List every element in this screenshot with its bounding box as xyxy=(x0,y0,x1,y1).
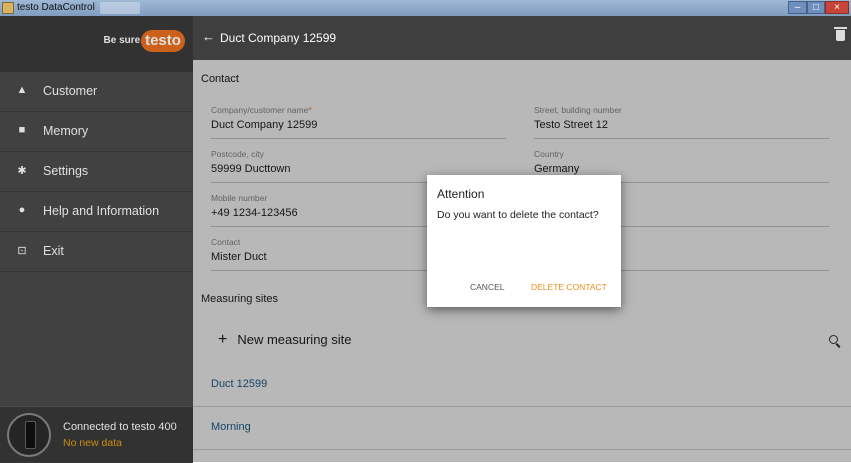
titlebar-highlight xyxy=(100,2,140,14)
cancel-button[interactable]: CANCEL xyxy=(470,282,504,292)
window-titlebar: testo DataControl – □ × xyxy=(0,0,851,16)
trash-icon[interactable] xyxy=(834,27,847,41)
page-header: ← Duct Company 12599 xyxy=(193,16,851,60)
window-title: testo DataControl xyxy=(17,2,95,13)
maximize-button[interactable]: □ xyxy=(807,1,825,14)
dialog-message: Do you want to delete the contact? xyxy=(437,209,599,221)
sidebar-dim xyxy=(0,16,193,462)
close-window-button[interactable]: × xyxy=(825,1,849,14)
page-title: Duct Company 12599 xyxy=(220,31,337,45)
minimize-button[interactable]: – xyxy=(788,1,807,14)
dialog-title: Attention xyxy=(437,187,485,201)
delete-contact-button[interactable]: DELETE CONTACT xyxy=(531,282,607,292)
back-arrow-icon[interactable]: ← xyxy=(202,29,215,44)
confirm-delete-dialog: Attention Do you want to delete the cont… xyxy=(427,175,621,307)
app-icon xyxy=(2,2,14,14)
